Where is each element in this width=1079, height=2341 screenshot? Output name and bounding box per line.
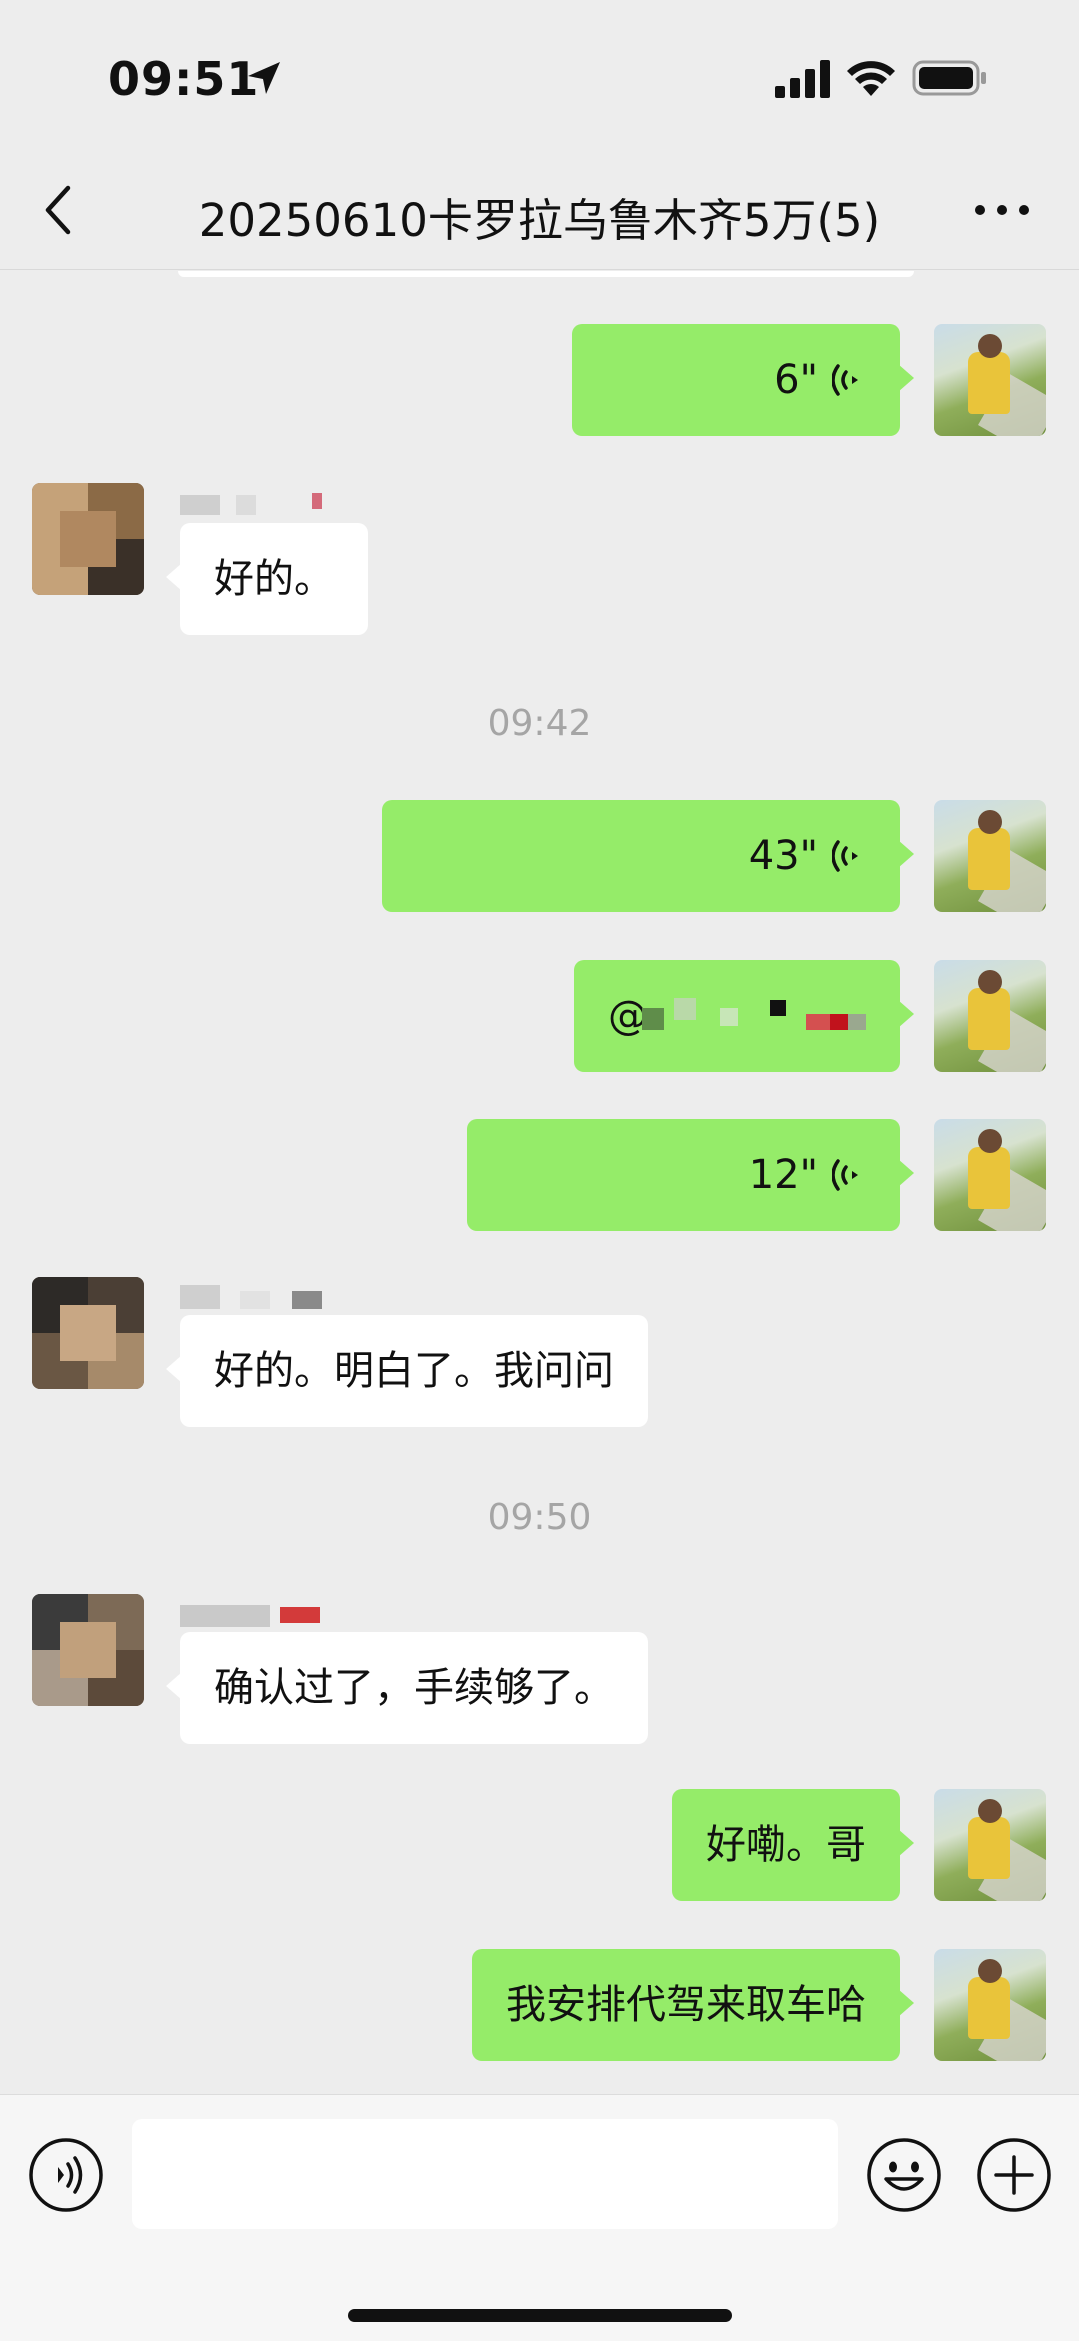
status-bar: 09:51 [0,0,1079,150]
text-message-bubble[interactable]: 好的。明白了。我问问 [166,1315,648,1427]
self-avatar[interactable] [934,800,1046,912]
voice-wave-icon [832,364,858,396]
voice-wave-icon [832,840,858,872]
voice-message-bubble[interactable]: 6" [572,324,914,436]
voice-message-bubble[interactable]: 43" [382,800,914,912]
self-avatar[interactable] [934,1119,1046,1231]
mention-message-bubble[interactable]: @ [574,960,914,1072]
contact-avatar[interactable] [32,1594,144,1706]
nav-bar: 20250610卡罗拉乌鲁木齐5万(5) [0,150,1079,270]
voice-input-icon[interactable] [28,2137,104,2213]
cellular-signal-icon [775,60,830,98]
plus-icon[interactable] [976,2137,1052,2213]
timestamp: 09:50 [487,1497,592,1538]
input-bar [0,2094,1079,2341]
self-avatar[interactable] [934,1949,1046,2061]
contact-avatar[interactable] [32,1277,144,1389]
voice-duration: 6" [774,357,818,403]
self-avatar[interactable] [934,960,1046,1072]
voice-wave-icon [832,1159,858,1191]
location-arrow-icon [248,62,280,94]
self-avatar[interactable] [934,1789,1046,1901]
sender-name-blurred [180,1601,330,1629]
contact-avatar[interactable] [32,483,144,595]
self-avatar[interactable] [934,324,1046,436]
voice-duration: 43" [748,833,818,879]
status-time: 09:51 [108,52,260,106]
battery-icon [912,60,986,96]
text-message-bubble[interactable]: 好嘞。哥 [672,1789,914,1901]
text-message-bubble[interactable]: 确认过了，手续够了。 [166,1632,648,1744]
more-options-icon[interactable] [972,198,1032,222]
message-input[interactable] [132,2119,838,2229]
sender-name-blurred [180,1283,330,1311]
voice-message-bubble[interactable]: 12" [467,1119,914,1231]
message-list[interactable]: 6" 好的。 09:42 43" @ 12" 好的。明白了。我问问 09:50 … [0,271,1079,2094]
home-indicator[interactable] [348,2309,732,2322]
timestamp: 09:42 [487,703,592,744]
text-message-bubble[interactable]: 好的。 [166,523,368,635]
previous-message-bubble [178,271,914,277]
chat-title: 20250610卡罗拉乌鲁木齐5万(5) [198,194,881,247]
sender-name-blurred [180,491,330,519]
back-chevron-icon[interactable] [40,180,76,240]
emoji-icon[interactable] [866,2137,942,2213]
voice-duration: 12" [748,1152,818,1198]
wifi-icon [847,61,895,96]
chat-screen: 09:51 20250610卡罗拉乌鲁木齐5万(5) 6" 好的。 09:42 … [0,0,1079,2341]
text-message-bubble[interactable]: 我安排代驾来取车哈 [472,1949,914,2061]
